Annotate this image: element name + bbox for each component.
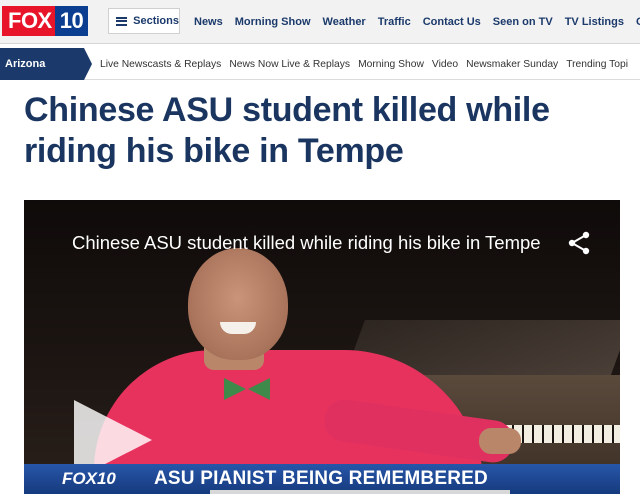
hamburger-icon [116, 16, 128, 26]
nav-link-truncated[interactable]: C [636, 16, 640, 28]
lower-third-logo: FOX10 [62, 469, 116, 488]
person-head [188, 248, 288, 360]
section-subnav: Arizona News Live Newscasts & Replays Ne… [0, 48, 640, 102]
section-title-arrow [84, 48, 92, 80]
nav-link-seen-on-tv[interactable]: Seen on TV [493, 16, 553, 28]
subnav-link-live-newscasts[interactable]: Live Newscasts & Replays [100, 59, 221, 70]
lower-third-subline [210, 490, 510, 494]
video-player[interactable]: Chinese ASU student killed while riding … [24, 200, 620, 494]
subnav-link-video[interactable]: Video [432, 59, 458, 70]
nav-link-tv-listings[interactable]: TV Listings [565, 16, 624, 28]
nav-link-traffic[interactable]: Traffic [378, 16, 411, 28]
share-icon[interactable] [566, 230, 592, 256]
main-nav-links: News Morning Show Weather Traffic Contac… [194, 0, 640, 44]
subnav-link-newsmaker-sunday[interactable]: Newsmaker Sunday [466, 59, 558, 70]
logo-number: 10 [54, 6, 89, 36]
article-headline: Chinese ASU student killed while riding … [24, 91, 550, 170]
fox10-logo[interactable]: FOX 10 [2, 6, 89, 36]
bowtie [224, 378, 270, 400]
nav-link-news[interactable]: News [194, 16, 223, 28]
video-title: Chinese ASU student killed while riding … [72, 232, 541, 253]
section-title[interactable]: Arizona News [0, 48, 84, 102]
subnav-link-news-now-live[interactable]: News Now Live & Replays [229, 59, 350, 70]
logo-word: FOX [2, 6, 55, 36]
nav-link-contact-us[interactable]: Contact Us [423, 16, 481, 28]
subnav-link-morning-show[interactable]: Morning Show [358, 59, 424, 70]
person-hand [479, 428, 521, 454]
nav-link-morning-show[interactable]: Morning Show [235, 16, 311, 28]
top-navigation-bar: FOX 10 Sections News Morning Show Weathe… [0, 0, 640, 44]
sections-menu-button[interactable]: Sections [108, 8, 180, 34]
nav-link-weather[interactable]: Weather [323, 16, 366, 28]
sections-label: Sections [133, 15, 179, 27]
subnav-links: Live Newscasts & Replays News Now Live &… [100, 48, 636, 80]
subnav-link-trending-topics[interactable]: Trending Topi [566, 59, 628, 70]
